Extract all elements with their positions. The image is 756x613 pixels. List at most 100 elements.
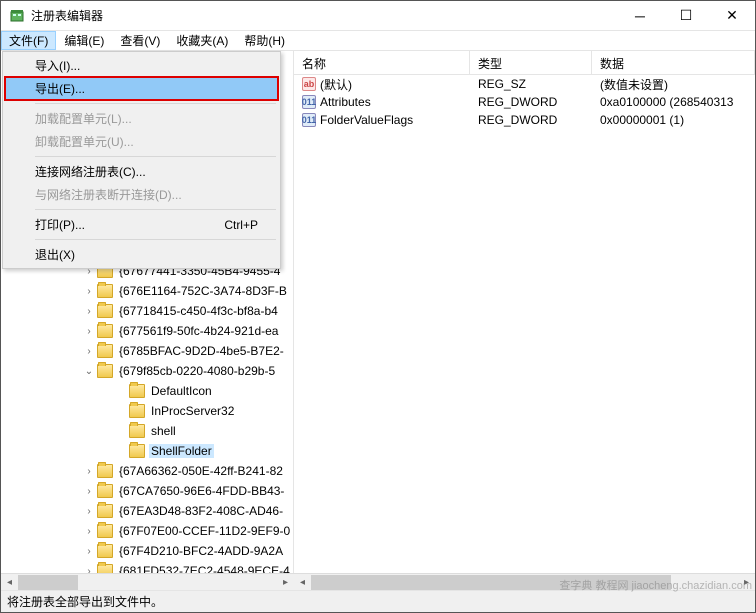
menu-view[interactable]: 查看(V) [112,31,168,50]
tree-item[interactable]: ⌄ {679f85cb-0220-4080-b29b-5 [1,361,293,381]
folder-icon [97,544,113,558]
tree-label: {67718415-c450-4f3c-bf8a-b4 [117,304,280,318]
menu-disconnect-network: 与网络注册表断开连接(D)... [5,183,278,206]
list-row[interactable]: ab(默认)REG_SZ(数值未设置) [294,75,755,93]
folder-icon [97,524,113,538]
menu-connect-network[interactable]: 连接网络注册表(C)... [5,160,278,183]
tree-label: {67F07E00-CCEF-11D2-9EF9-0 [117,524,292,538]
tree-label: {679f85cb-0220-4080-b29b-5 [117,364,277,378]
menu-import[interactable]: 导入(I)... [5,54,278,77]
tree-label: {67F4D210-BFC2-4ADD-9A2A [117,544,285,558]
tree-item[interactable]: › {67A66362-050E-42ff-B241-82 [1,461,293,481]
column-type[interactable]: 类型 [470,51,592,74]
value-type: REG_SZ [470,77,592,91]
menu-edit[interactable]: 编辑(E) [56,31,112,50]
expander-icon[interactable]: › [83,486,95,497]
close-button[interactable]: ✕ [709,1,755,31]
expander-icon[interactable]: › [83,466,95,477]
tree-item[interactable]: › {67F07E00-CCEF-11D2-9EF9-0 [1,521,293,541]
minimize-button[interactable]: ─ [617,1,663,31]
tree-item[interactable]: InProcServer32 [1,401,293,421]
scroll-thumb[interactable] [311,575,671,590]
tree-label: DefaultIcon [149,384,214,398]
expander-icon[interactable]: ⌄ [83,366,95,377]
tree-item[interactable]: › {67718415-c450-4f3c-bf8a-b4 [1,301,293,321]
menu-exit[interactable]: 退出(X) [5,243,278,266]
menu-help[interactable]: 帮助(H) [236,31,293,50]
menu-separator [35,156,276,157]
menu-favorites[interactable]: 收藏夹(A) [168,31,236,50]
value-type: REG_DWORD [470,95,592,109]
scroll-thumb[interactable] [18,575,78,590]
expander-icon[interactable]: › [83,346,95,357]
list-pane: 名称 类型 数据 ab(默认)REG_SZ(数值未设置)011Attribute… [294,51,755,573]
tree-label: shell [149,424,178,438]
expander-icon[interactable]: › [83,566,95,574]
tree-label: InProcServer32 [149,404,236,418]
menu-print-label: 打印(P)... [35,216,85,233]
tree-label: {67CA7650-96E6-4FDD-BB43- [117,484,286,498]
tree-item[interactable]: › {6785BFAC-9D2D-4be5-B7E2- [1,341,293,361]
tree-item[interactable]: › {67F4D210-BFC2-4ADD-9A2A [1,541,293,561]
tree-label: {67A66362-050E-42ff-B241-82 [117,464,285,478]
expander-icon[interactable]: › [83,546,95,557]
list-hscroll[interactable]: ◂ ▸ [294,574,755,590]
menu-file[interactable]: 文件(F) [1,31,56,50]
scroll-left-icon[interactable]: ◂ [294,574,311,591]
scroll-left-icon[interactable]: ◂ [1,574,18,591]
tree-label: ShellFolder [149,444,214,458]
folder-icon [97,464,113,478]
horizontal-scrollbar-area: ◂ ▸ ◂ ▸ [1,573,755,590]
folder-icon [97,504,113,518]
folder-icon [97,484,113,498]
tree-item[interactable]: › {676E1164-752C-3A74-8D3F-B [1,281,293,301]
folder-icon [129,444,145,458]
list-row[interactable]: 011AttributesREG_DWORD0xa0100000 (268540… [294,93,755,111]
value-name: FolderValueFlags [320,113,413,127]
expander-icon[interactable]: › [83,286,95,297]
status-bar: 将注册表全部导出到文件中。 [1,590,755,612]
tree-label: {676E1164-752C-3A74-8D3F-B [117,284,289,298]
value-name: (默认) [320,76,352,93]
menu-load-hive: 加载配置单元(L)... [5,107,278,130]
scroll-right-icon[interactable]: ▸ [277,574,294,591]
folder-icon [129,384,145,398]
menu-separator [35,209,276,210]
list-row[interactable]: 011FolderValueFlagsREG_DWORD0x00000001 (… [294,111,755,129]
binary-value-icon: 011 [302,95,316,109]
list-header: 名称 类型 数据 [294,51,755,75]
column-name[interactable]: 名称 [294,51,470,74]
scroll-right-icon[interactable]: ▸ [738,574,755,591]
value-data: 0x00000001 (1) [592,113,755,127]
column-data[interactable]: 数据 [592,51,755,74]
tree-label: {681FD532-7EC2-4548-9ECE-4 [117,564,292,573]
expander-icon[interactable]: › [83,526,95,537]
tree-label: {6785BFAC-9D2D-4be5-B7E2- [117,344,286,358]
folder-icon [97,304,113,318]
expander-icon[interactable]: › [83,306,95,317]
tree-label: {67EA3D48-83F2-408C-AD46- [117,504,285,518]
folder-icon [97,324,113,338]
menu-unload-hive: 卸载配置单元(U)... [5,130,278,153]
folder-icon [97,344,113,358]
tree-item[interactable]: ›{677561f9-50fc-4b24-921d-ea [1,321,293,341]
folder-icon [97,284,113,298]
binary-value-icon: 011 [302,113,316,127]
value-data: (数值未设置) [592,76,755,93]
tree-item[interactable]: shell [1,421,293,441]
tree-item[interactable]: DefaultIcon [1,381,293,401]
menu-export[interactable]: 导出(E)... [5,77,278,100]
tree-item[interactable]: ShellFolder [1,441,293,461]
tree-item[interactable]: › {67EA3D48-83F2-408C-AD46- [1,501,293,521]
tree-item[interactable]: › {67CA7650-96E6-4FDD-BB43- [1,481,293,501]
expander-icon[interactable]: › [83,326,95,337]
app-icon [9,8,25,24]
menu-separator [35,103,276,104]
tree-hscroll[interactable]: ◂ ▸ [1,574,294,590]
status-text: 将注册表全部导出到文件中。 [7,593,163,610]
menu-print[interactable]: 打印(P)... Ctrl+P [5,213,278,236]
folder-icon [129,404,145,418]
maximize-button[interactable]: ☐ [663,1,709,31]
expander-icon[interactable]: › [83,506,95,517]
tree-item[interactable]: › {681FD532-7EC2-4548-9ECE-4 [1,561,293,573]
